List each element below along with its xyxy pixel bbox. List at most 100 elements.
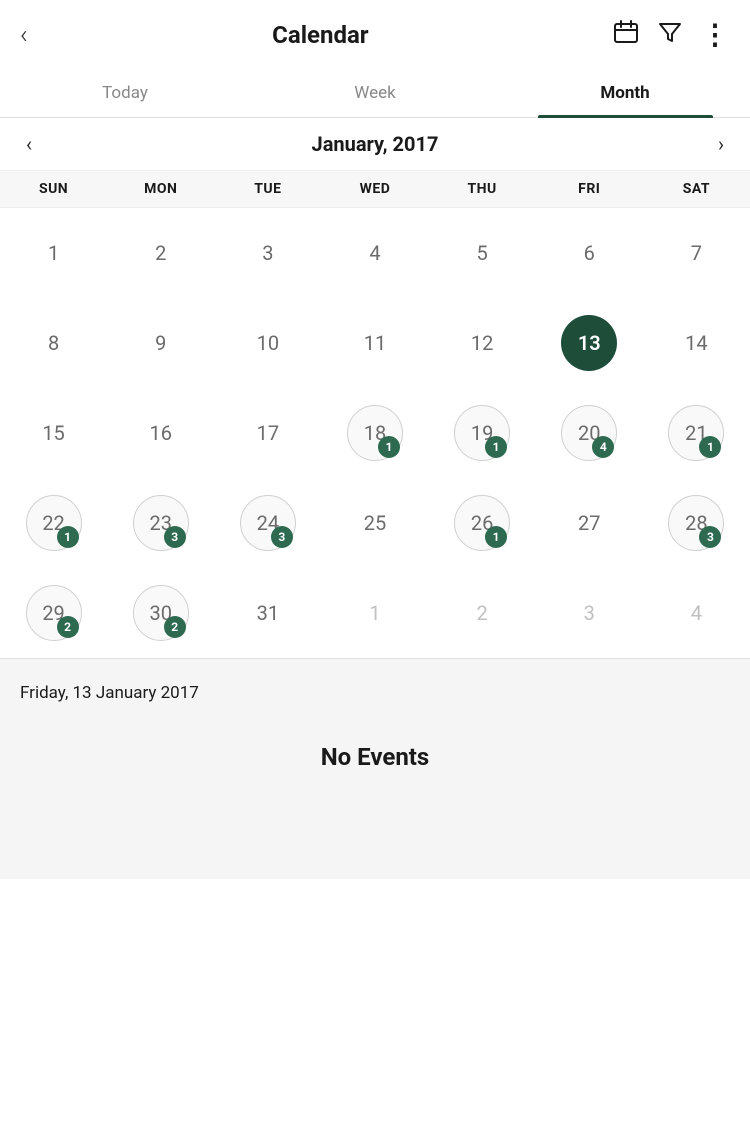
day-circle[interactable]: 204 [561,405,617,461]
calendar-cell[interactable]: 31 [214,568,321,658]
calendar-cell[interactable]: 243 [214,478,321,568]
calendar-cell[interactable]: 1 [321,568,428,658]
event-badge: 1 [699,436,721,458]
calendar-cell[interactable]: 1 [0,208,107,298]
day-circle[interactable]: 8 [26,315,82,371]
tab-today[interactable]: Today [0,69,250,117]
month-title: January, 2017 [42,132,708,156]
day-number: 7 [691,241,702,265]
day-number: 11 [364,331,386,355]
next-month-button[interactable]: › [708,128,734,160]
calendar-cell[interactable]: 5 [429,208,536,298]
back-button[interactable]: ‹ [20,22,28,48]
calendar-cell[interactable]: 15 [0,388,107,478]
calendar-cell[interactable]: 191 [429,388,536,478]
day-circle[interactable]: 16 [133,405,189,461]
calendar-grid: 1234567891011121314151617181191204211221… [0,208,750,658]
calendar-cell[interactable]: 4 [321,208,428,298]
tab-week[interactable]: Week [250,69,500,117]
calendar-cell[interactable]: 17 [214,388,321,478]
calendar-cell[interactable]: 181 [321,388,428,478]
event-badge: 1 [485,526,507,548]
calendar-cell[interactable]: 3 [536,568,643,658]
calendar-cell[interactable]: 25 [321,478,428,568]
calendar-cell[interactable]: 233 [107,478,214,568]
calendar-icon[interactable] [613,19,639,51]
day-circle[interactable]: 221 [26,495,82,551]
calendar-cell[interactable]: 211 [643,388,750,478]
day-circle[interactable]: 11 [347,315,403,371]
day-circle[interactable]: 10 [240,315,296,371]
day-circle[interactable]: 292 [26,585,82,641]
calendar-cell[interactable]: 292 [0,568,107,658]
calendar-cell[interactable]: 221 [0,478,107,568]
calendar-cell[interactable]: 13 [536,298,643,388]
day-circle[interactable]: 191 [454,405,510,461]
calendar-cell[interactable]: 27 [536,478,643,568]
day-number: 1 [48,241,59,265]
calendar-cell[interactable]: 204 [536,388,643,478]
calendar-cell[interactable]: 9 [107,298,214,388]
day-number: 15 [42,421,64,445]
day-circle[interactable]: 6 [561,225,617,281]
day-number: 17 [257,421,279,445]
day-circle[interactable]: 14 [668,315,724,371]
day-number: 6 [584,241,595,265]
prev-month-button[interactable]: ‹ [16,128,42,160]
more-icon[interactable]: ⋮ [701,18,730,51]
day-circle[interactable]: 17 [240,405,296,461]
day-circle[interactable]: 4 [668,585,724,641]
day-circle[interactable]: 211 [668,405,724,461]
tab-month[interactable]: Month [500,69,750,117]
event-badge: 1 [485,436,507,458]
day-circle[interactable]: 243 [240,495,296,551]
day-number: 5 [477,241,488,265]
day-circle[interactable]: 12 [454,315,510,371]
filter-icon[interactable] [657,19,683,51]
header-actions: ⋮ [613,18,730,51]
event-badge: 2 [164,616,186,638]
day-circle[interactable]: 4 [347,225,403,281]
calendar-cell[interactable]: 11 [321,298,428,388]
calendar-cell[interactable]: 4 [643,568,750,658]
calendar-cell[interactable]: 302 [107,568,214,658]
day-circle[interactable]: 181 [347,405,403,461]
calendar-cell[interactable]: 14 [643,298,750,388]
day-circle[interactable]: 3 [561,585,617,641]
day-circle[interactable]: 2 [454,585,510,641]
day-number: 8 [48,331,59,355]
event-badge: 4 [592,436,614,458]
day-circle[interactable]: 302 [133,585,189,641]
day-circle[interactable]: 1 [26,225,82,281]
day-circle[interactable]: 233 [133,495,189,551]
calendar-cell[interactable]: 6 [536,208,643,298]
calendar-cell[interactable]: 8 [0,298,107,388]
day-circle[interactable]: 5 [454,225,510,281]
day-circle[interactable]: 15 [26,405,82,461]
day-circle[interactable]: 7 [668,225,724,281]
calendar-cell[interactable]: 2 [107,208,214,298]
day-circle[interactable]: 283 [668,495,724,551]
calendar-cell[interactable]: 16 [107,388,214,478]
day-header-sat: SAT [643,181,750,197]
day-circle[interactable]: 9 [133,315,189,371]
day-number: 16 [149,421,171,445]
selected-date-label: Friday, 13 January 2017 [20,683,730,703]
calendar-cell[interactable]: 12 [429,298,536,388]
day-circle[interactable]: 27 [561,495,617,551]
event-badge: 3 [699,526,721,548]
day-circle[interactable]: 13 [561,315,617,371]
calendar-cell[interactable]: 261 [429,478,536,568]
day-circle[interactable]: 261 [454,495,510,551]
day-circle[interactable]: 31 [240,585,296,641]
calendar-cell[interactable]: 3 [214,208,321,298]
day-number: 9 [155,331,166,355]
day-circle[interactable]: 3 [240,225,296,281]
calendar-cell[interactable]: 7 [643,208,750,298]
day-circle[interactable]: 1 [347,585,403,641]
calendar-cell[interactable]: 10 [214,298,321,388]
day-circle[interactable]: 25 [347,495,403,551]
calendar-cell[interactable]: 283 [643,478,750,568]
calendar-cell[interactable]: 2 [429,568,536,658]
day-circle[interactable]: 2 [133,225,189,281]
